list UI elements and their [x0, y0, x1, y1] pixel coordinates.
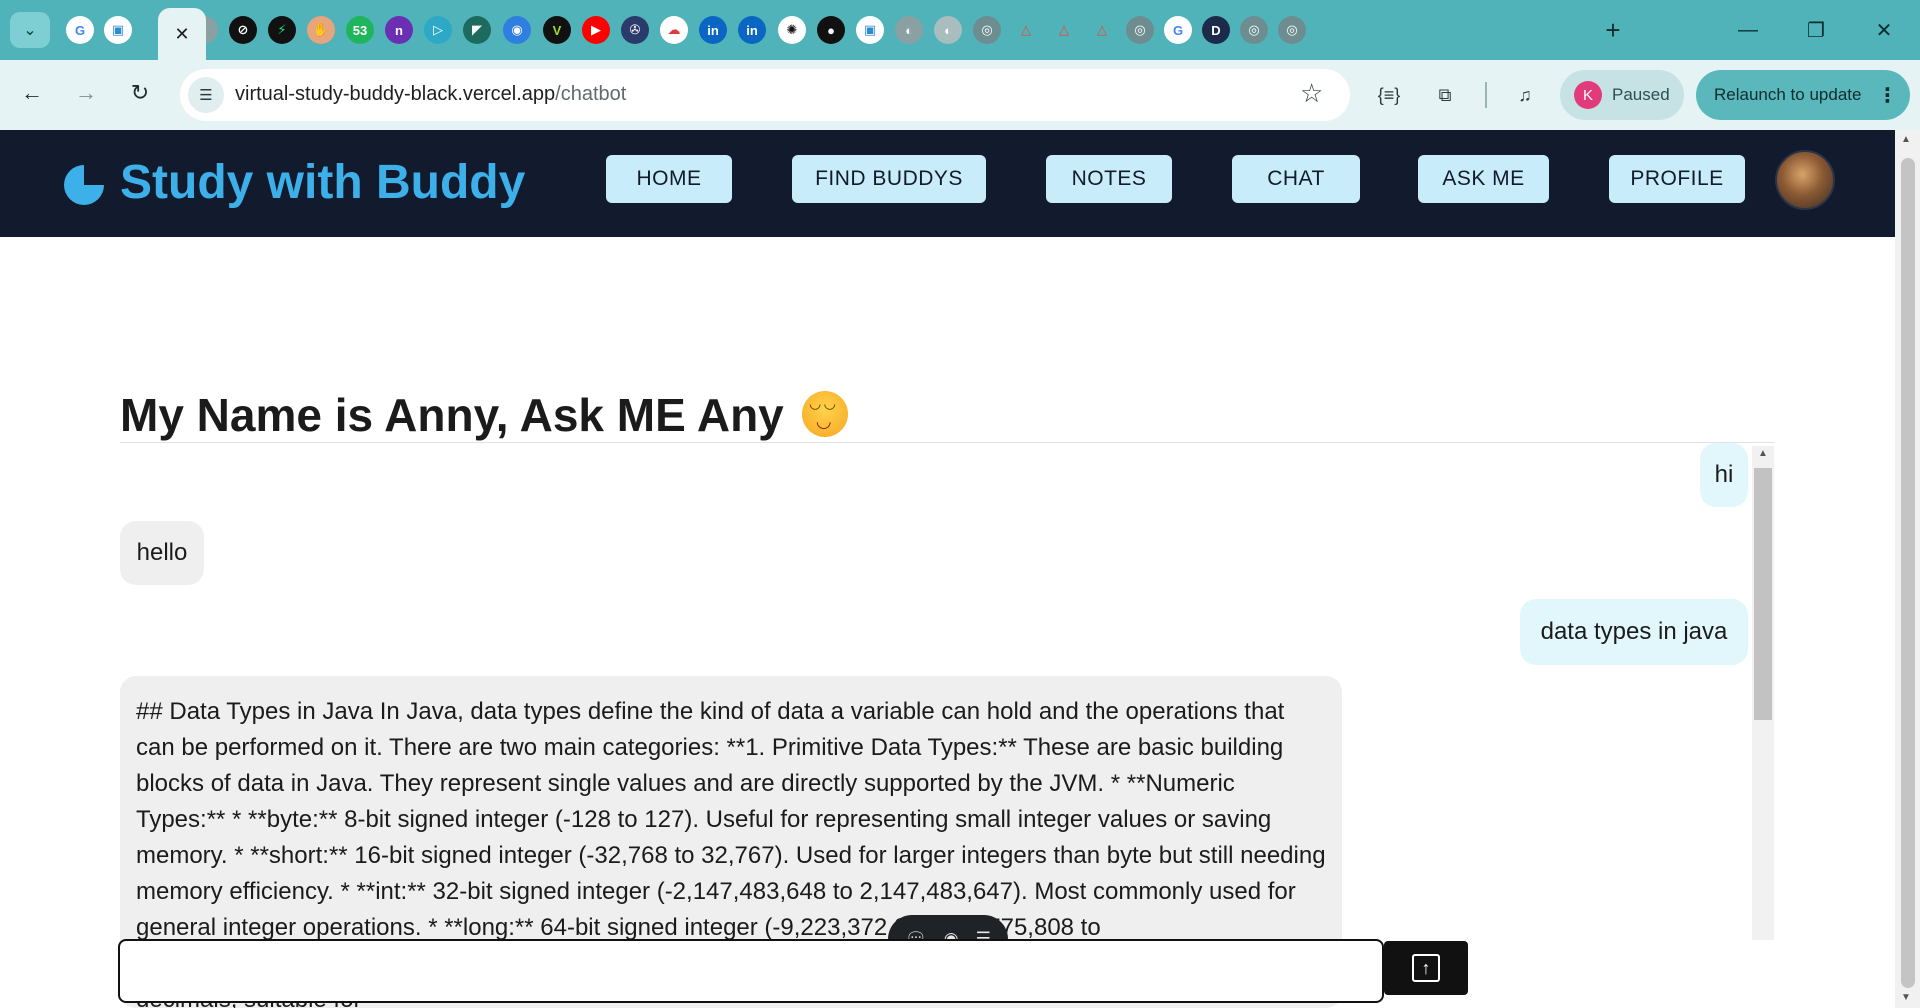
- nav-ask-me-button[interactable]: ASK ME: [1418, 155, 1549, 203]
- smiling-face-icon: [801, 391, 848, 437]
- profile-avatar-icon: K: [1574, 81, 1602, 109]
- forward-button[interactable]: →: [68, 75, 104, 111]
- minimize-button[interactable]: —: [1728, 14, 1768, 46]
- tab-search-button[interactable]: ⌄: [10, 12, 50, 48]
- more-menu-icon[interactable]: ⋮: [1877, 83, 1897, 108]
- close-window-button[interactable]: ✕: [1864, 14, 1904, 46]
- tab-hand-favicon[interactable]: ✋: [307, 16, 335, 44]
- profile-status: Paused: [1612, 85, 1670, 104]
- tab-studybuddy-favicon[interactable]: ▣: [104, 16, 132, 44]
- chat-input-box[interactable]: [118, 939, 1384, 1003]
- nav-notes-button[interactable]: NOTES: [1046, 155, 1172, 203]
- tab-chatgpt-favicon[interactable]: ✺: [778, 16, 806, 44]
- new-tab-button[interactable]: +: [1596, 14, 1630, 46]
- tab-youtube-favicon[interactable]: ▶: [582, 16, 610, 44]
- tab-whatsapp-favicon[interactable]: 53: [346, 16, 374, 44]
- reload-icon: ↻: [130, 80, 150, 105]
- scroll-up-icon[interactable]: ▲: [1758, 448, 1768, 459]
- bookmark-star-icon[interactable]: ☆: [1300, 78, 1323, 109]
- user-message: hi: [1700, 443, 1748, 507]
- tune-icon: ☰: [199, 87, 213, 104]
- relaunch-label: Relaunch to update: [1714, 85, 1862, 104]
- toolbar-divider: [1485, 82, 1487, 108]
- tab-orbit-favicon[interactable]: ◉: [503, 16, 531, 44]
- back-button[interactable]: ←: [14, 75, 50, 111]
- scroll-up-icon[interactable]: ▲: [1901, 134, 1911, 145]
- messages-scrollbar[interactable]: ▲: [1752, 446, 1774, 940]
- media-queue-icon[interactable]: ♫: [1508, 78, 1542, 112]
- minimize-icon: —: [1738, 18, 1758, 41]
- arrow-up-icon: ↑: [1412, 954, 1440, 982]
- tab-studybuddy-2-favicon[interactable]: ▣: [856, 16, 884, 44]
- nav-chat-button[interactable]: CHAT: [1232, 155, 1360, 203]
- tab-cloud-favicon[interactable]: ☁: [660, 16, 688, 44]
- chat-input[interactable]: [120, 941, 1382, 1001]
- tab-slash-favicon[interactable]: ⊘: [229, 16, 257, 44]
- nav-find-buddys-button[interactable]: FIND BUDDYS: [792, 155, 986, 203]
- tab-linkedin-favicon[interactable]: in: [699, 16, 727, 44]
- messages-scroll-thumb[interactable]: [1754, 468, 1772, 720]
- url-host: virtual-study-buddy-black.vercel.app: [235, 83, 556, 105]
- reload-button[interactable]: ↻: [122, 75, 158, 111]
- title-divider: [120, 442, 1774, 443]
- tab-chrome-4-favicon[interactable]: ◎: [1278, 16, 1306, 44]
- tab-linkedin-2-favicon[interactable]: in: [738, 16, 766, 44]
- extensions-puzzle-icon[interactable]: ⧉: [1428, 78, 1462, 112]
- profile-paused-chip[interactable]: K Paused: [1560, 70, 1684, 120]
- tab-astro-favicon[interactable]: ✇: [621, 16, 649, 44]
- site-info-button[interactable]: ☰: [188, 77, 224, 113]
- nav-home-button[interactable]: HOME: [606, 155, 732, 203]
- tab-globe-2-favicon[interactable]: ◐: [895, 16, 923, 44]
- tab-meet-favicon[interactable]: ◤: [463, 16, 491, 44]
- tab-notion-favicon[interactable]: n: [385, 16, 413, 44]
- restore-button[interactable]: ❐: [1796, 14, 1836, 46]
- tab-anthropic-3-favicon[interactable]: △: [1088, 16, 1116, 44]
- close-tab-icon[interactable]: ✕: [174, 24, 189, 45]
- tab-chrome-favicon[interactable]: ◎: [973, 16, 1001, 44]
- logo-icon[interactable]: [62, 163, 106, 207]
- bot-message: hello: [120, 521, 204, 585]
- active-tab[interactable]: ✕: [158, 8, 206, 60]
- user-message: data types in java: [1520, 599, 1748, 665]
- tab-bolt-favicon[interactable]: ⚡: [268, 16, 296, 44]
- plus-icon: +: [1605, 14, 1621, 45]
- tab-chrome-3-favicon[interactable]: ◎: [1240, 16, 1268, 44]
- url-text[interactable]: virtual-study-buddy-black.vercel.app/cha…: [235, 83, 626, 106]
- tab-anthropic-2-favicon[interactable]: △: [1050, 16, 1078, 44]
- arrow-left-icon: ←: [21, 80, 43, 105]
- arrow-right-icon: →: [75, 80, 97, 105]
- url-path: /chatbot: [555, 83, 627, 105]
- user-avatar[interactable]: [1775, 150, 1835, 210]
- tab-d-app-favicon[interactable]: D: [1202, 16, 1230, 44]
- tab-google-favicon[interactable]: G: [66, 16, 94, 44]
- relaunch-button[interactable]: Relaunch to update ⋮: [1696, 70, 1910, 120]
- restore-icon: ❐: [1807, 19, 1825, 42]
- send-button[interactable]: ↑: [1384, 941, 1468, 995]
- chevron-down-icon: ⌄: [23, 22, 37, 39]
- close-icon: ✕: [1875, 19, 1893, 42]
- chat-title: My Name is Anny, Ask ME Any: [120, 388, 848, 442]
- tab-github-favicon[interactable]: ●: [817, 16, 845, 44]
- tab-globe-3-favicon[interactable]: ◐: [934, 16, 962, 44]
- extension-braces-icon[interactable]: {≡}: [1372, 78, 1406, 112]
- tab-chrome-2-favicon[interactable]: ◎: [1126, 16, 1154, 44]
- tab-google-2-favicon[interactable]: G: [1164, 16, 1192, 44]
- tab-play-favicon[interactable]: ▷: [424, 16, 452, 44]
- tab-anthropic-favicon[interactable]: △: [1012, 16, 1040, 44]
- brand-title[interactable]: Study with Buddy: [120, 155, 525, 210]
- page-scrollbar[interactable]: ▲ ▼: [1895, 130, 1920, 1008]
- page-scroll-thumb[interactable]: [1901, 158, 1915, 988]
- scroll-down-icon[interactable]: ▼: [1901, 992, 1911, 1003]
- nav-profile-button[interactable]: PROFILE: [1609, 155, 1745, 203]
- tab-vibe-favicon[interactable]: V: [543, 16, 571, 44]
